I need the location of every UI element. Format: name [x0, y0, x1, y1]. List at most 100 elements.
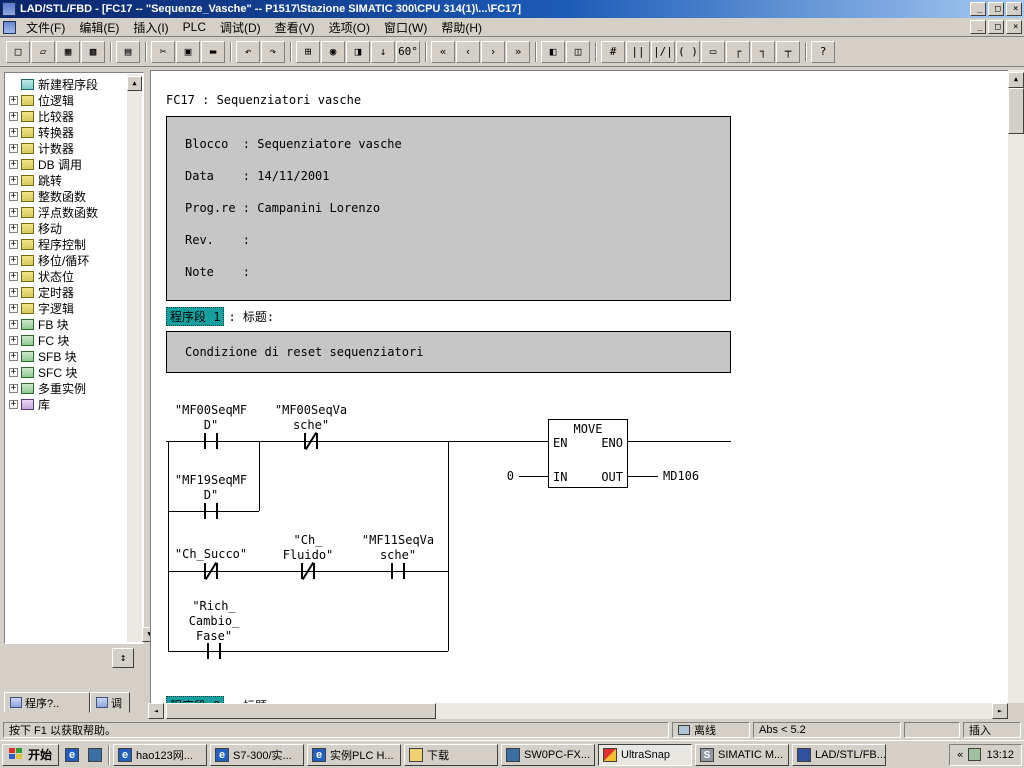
- menu-debug[interactable]: 调试(D): [213, 17, 268, 38]
- task-download-folder[interactable]: 下载: [404, 744, 498, 766]
- tab-call-structure[interactable]: 调: [90, 692, 130, 713]
- sidebar-item-bit-logic[interactable]: + 位逻辑: [7, 92, 126, 108]
- sidebar-item-timers[interactable]: + 定时器: [7, 284, 126, 300]
- expand-icon[interactable]: +: [9, 96, 18, 105]
- menu-plc[interactable]: PLC: [176, 18, 213, 36]
- sidebar-scrollbar[interactable]: ▲ ▼: [127, 74, 142, 642]
- ladder-editor-canvas[interactable]: FC17 : Sequenziatori vasche Blocco : Seq…: [150, 70, 1008, 703]
- expand-icon[interactable]: +: [9, 288, 18, 297]
- expand-icon[interactable]: +: [9, 160, 18, 169]
- menu-window[interactable]: 窗口(W): [377, 17, 434, 38]
- tab-program-elements[interactable]: 程序?..: [4, 692, 90, 713]
- context-help-icon[interactable]: ?: [811, 41, 835, 63]
- sidebar-item-float-math[interactable]: + 浮点数函数: [7, 204, 126, 220]
- sidebar-item-db-call[interactable]: + DB 调用: [7, 156, 126, 172]
- contact-nc-mf00seqvasche[interactable]: [304, 433, 318, 449]
- sidebar-item-converter[interactable]: + 转换器: [7, 124, 126, 140]
- compare-window-icon[interactable]: ◫: [566, 41, 590, 63]
- quick-launch-ie-icon[interactable]: [62, 745, 82, 765]
- sidebar-item-sfc-blocks[interactable]: + SFC 块: [7, 364, 126, 380]
- sidebar-item-word-logic[interactable]: + 字逻辑: [7, 300, 126, 316]
- vertical-scrollbar[interactable]: ▲ ▼: [1008, 70, 1024, 703]
- expand-icon[interactable]: +: [9, 192, 18, 201]
- expand-icon[interactable]: +: [9, 304, 18, 313]
- sidebar-item-libraries[interactable]: + 库: [7, 396, 126, 412]
- menu-help[interactable]: 帮助(H): [434, 17, 489, 38]
- network-1-label[interactable]: 程序段 1: [166, 307, 224, 326]
- expand-icon[interactable]: +: [9, 368, 18, 377]
- sidebar-item-sfb-blocks[interactable]: + SFB 块: [7, 348, 126, 364]
- contact-no-mf11seqvasche[interactable]: [391, 563, 405, 579]
- mdi-minimize-button[interactable]: _: [970, 20, 986, 34]
- expand-icon[interactable]: +: [9, 400, 18, 409]
- contact-nc-icon[interactable]: |/|: [651, 41, 675, 63]
- save-icon[interactable]: ▦: [56, 41, 80, 63]
- task-ultrasnap[interactable]: UltraSnap: [598, 744, 692, 766]
- expand-icon[interactable]: +: [9, 240, 18, 249]
- sidebar-item-new-network[interactable]: 新建程序段: [7, 76, 126, 92]
- redo-icon[interactable]: ↷: [261, 41, 285, 63]
- contact-no-icon[interactable]: ||: [626, 41, 650, 63]
- sidebar-item-fb-blocks[interactable]: + FB 块: [7, 316, 126, 332]
- connector-icon[interactable]: ┬: [776, 41, 800, 63]
- mdi-document-icon[interactable]: [3, 21, 16, 34]
- sidebar-item-counter[interactable]: + 计数器: [7, 140, 126, 156]
- minimize-button[interactable]: _: [970, 2, 986, 16]
- program-elements-icon[interactable]: ⊞: [296, 41, 320, 63]
- expand-icon[interactable]: +: [9, 208, 18, 217]
- open-branch-icon[interactable]: ┌: [726, 41, 750, 63]
- task-lad-stl-fbd[interactable]: LAD/STL/FB...: [792, 744, 886, 766]
- coil-icon[interactable]: ( ): [676, 41, 700, 63]
- new-file-icon[interactable]: □: [6, 41, 30, 63]
- menu-file[interactable]: 文件(F): [19, 17, 72, 38]
- network-2-label[interactable]: 程序段 2: [166, 696, 224, 703]
- menu-options[interactable]: 选项(O): [322, 17, 377, 38]
- sidebar-item-jump[interactable]: + 跳转: [7, 172, 126, 188]
- sidebar-item-program-control[interactable]: + 程序控制: [7, 236, 126, 252]
- close-button[interactable]: ×: [1006, 2, 1022, 16]
- contact-nc-ch-fluido[interactable]: [301, 563, 315, 579]
- zoom-factor-icon[interactable]: 60°: [396, 41, 420, 63]
- contact-no-mf19seqmfd[interactable]: [204, 503, 218, 519]
- goto-next-network-icon[interactable]: ›: [481, 41, 505, 63]
- sidebar-item-shift-rotate[interactable]: + 移位/循环: [7, 252, 126, 268]
- mdi-close-button[interactable]: ×: [1006, 20, 1022, 34]
- close-branch-icon[interactable]: ┐: [751, 41, 775, 63]
- move-in-operand[interactable]: 0: [496, 469, 514, 483]
- scroll-right-icon[interactable]: ►: [992, 703, 1008, 719]
- sidebar-item-status-bits[interactable]: + 状态位: [7, 268, 126, 284]
- contact-no-mf00seqmfd[interactable]: [204, 433, 218, 449]
- cut-icon[interactable]: ✂: [151, 41, 175, 63]
- expand-icon[interactable]: +: [9, 256, 18, 265]
- move-out-operand[interactable]: MD106: [663, 469, 699, 483]
- split-window-icon[interactable]: ◧: [541, 41, 565, 63]
- goto-first-network-icon[interactable]: «: [431, 41, 455, 63]
- horizontal-scroll-thumb[interactable]: [166, 703, 436, 719]
- start-button[interactable]: 开始: [2, 744, 59, 766]
- sidebar-item-integer-math[interactable]: + 整数函数: [7, 188, 126, 204]
- mdi-restore-button[interactable]: □: [988, 20, 1004, 34]
- contact-nc-ch-succo[interactable]: [204, 563, 218, 579]
- task-simatic-manager[interactable]: SIMATIC M...: [695, 744, 789, 766]
- sidebar-item-move[interactable]: + 移动: [7, 220, 126, 236]
- scroll-up-icon[interactable]: ▲: [127, 76, 142, 91]
- print-icon[interactable]: ▤: [116, 41, 140, 63]
- maximize-button[interactable]: □: [988, 2, 1004, 16]
- task-plc-example[interactable]: 实例PLC H...: [307, 744, 401, 766]
- menu-insert[interactable]: 插入(I): [126, 17, 175, 38]
- goto-prev-network-icon[interactable]: ‹: [456, 41, 480, 63]
- expand-icon[interactable]: +: [9, 336, 18, 345]
- copy-icon[interactable]: ▣: [176, 41, 200, 63]
- contact-no-rich-cambio-fase[interactable]: [207, 643, 221, 659]
- expand-icon[interactable]: +: [9, 352, 18, 361]
- sidebar-item-multi-instance[interactable]: + 多重实例: [7, 380, 126, 396]
- download-icon[interactable]: ↓: [371, 41, 395, 63]
- data-view-icon[interactable]: ◨: [346, 41, 370, 63]
- task-hao123[interactable]: hao123网...: [113, 744, 207, 766]
- tray-chevron-icon[interactable]: «: [957, 748, 964, 761]
- expand-icon[interactable]: +: [9, 272, 18, 281]
- expand-icon[interactable]: +: [9, 384, 18, 393]
- empty-box-icon[interactable]: ▭: [701, 41, 725, 63]
- network-1-title[interactable]: : 标题:: [228, 308, 274, 325]
- save-all-icon[interactable]: ▩: [81, 41, 105, 63]
